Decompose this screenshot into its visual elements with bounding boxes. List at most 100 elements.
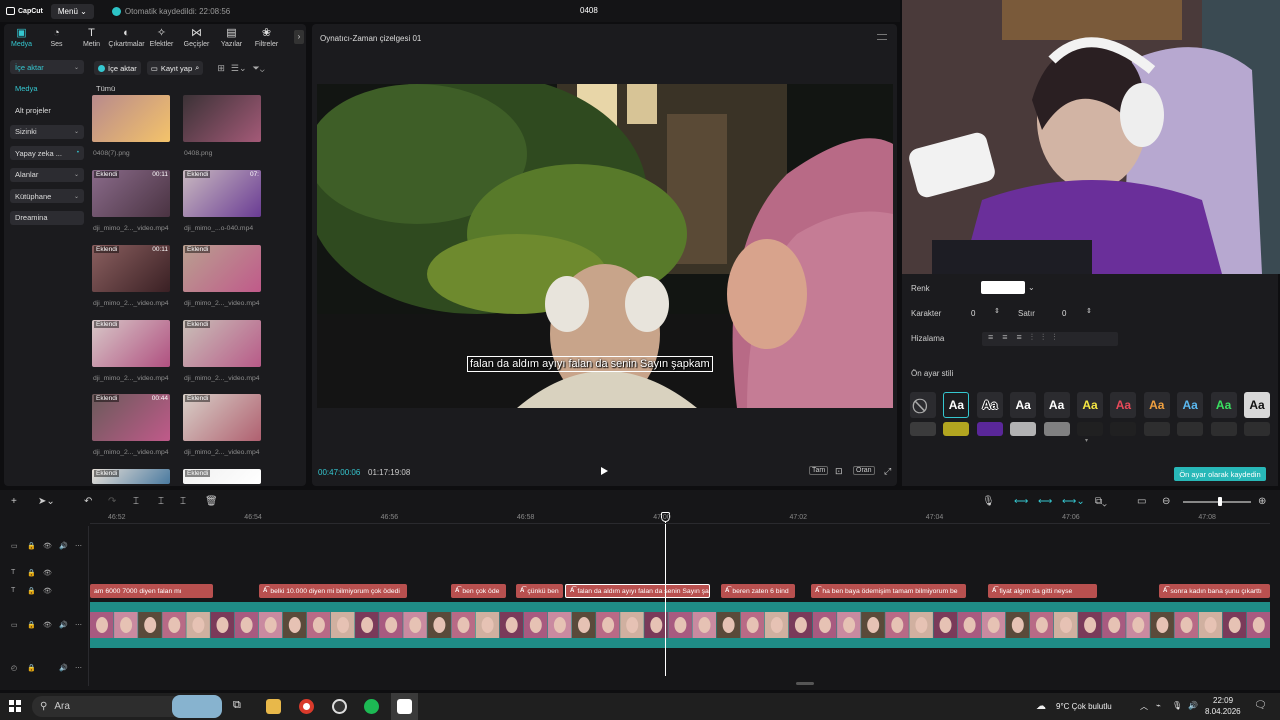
line-spacing-input[interactable]: 0: [1062, 309, 1066, 318]
split-right-icon[interactable]: ⌶: [180, 496, 186, 507]
media-thumbnail[interactable]: Eklendi 00:11: [92, 170, 170, 217]
preset-style[interactable]: [1210, 422, 1237, 436]
stepper-icon[interactable]: ⇕: [994, 307, 1000, 315]
spotify-icon[interactable]: [364, 699, 379, 714]
text-clip[interactable]: A͡ fiyat algım da gitti neyse: [988, 584, 1097, 598]
preset-style[interactable]: [1010, 422, 1037, 436]
delete-icon[interactable]: 🗑: [205, 496, 218, 507]
split-icon[interactable]: ⌶: [133, 496, 139, 507]
no-style-icon[interactable]: ⃠: [910, 392, 936, 418]
text-clip[interactable]: A͡ belki 10.000 diyen mi bilmiyorum çok ö…: [259, 584, 407, 598]
preset-style[interactable]: [910, 422, 936, 436]
save-preset-button[interactable]: Ön ayar olarak kaydedin: [1174, 467, 1266, 481]
microphone-icon[interactable]: 🎙: [1172, 701, 1182, 710]
preset-style[interactable]: Aa: [1177, 392, 1204, 418]
add-icon[interactable]: +: [11, 496, 17, 507]
text-clip[interactable]: A͡ beren zaten 6 bind: [721, 584, 795, 598]
volume-icon[interactable]: 🔊: [59, 542, 68, 550]
preset-style[interactable]: Aa: [1043, 392, 1070, 418]
video-clip[interactable]: [90, 602, 1271, 648]
menu-button[interactable]: Menü ⌄: [50, 3, 94, 19]
focus-icon[interactable]: ⊡: [833, 466, 845, 477]
windows-start-icon[interactable]: [9, 700, 21, 712]
preset-style[interactable]: [1110, 422, 1137, 436]
sidebar-item[interactable]: İçe aktar ⌄: [10, 60, 84, 74]
more-icon[interactable]: ⋯: [75, 621, 82, 629]
color-swatch[interactable]: [981, 281, 1025, 294]
ratio-button[interactable]: Oran: [853, 466, 875, 475]
magnet-icon[interactable]: ⟷: [1038, 496, 1052, 507]
more-icon[interactable]: ⋯: [75, 664, 82, 672]
preview-axis-icon[interactable]: ⧉⌄: [1095, 496, 1107, 507]
notifications-icon[interactable]: 🗨: [1254, 700, 1267, 711]
volume-icon[interactable]: 🔊: [1188, 701, 1198, 710]
grid-view-icon[interactable]: ⊞: [217, 63, 225, 74]
tab-stickers[interactable]: ◐ Çıkartmalar: [108, 24, 144, 54]
zoom-in-icon[interactable]: ⊕: [1258, 496, 1266, 507]
media-thumbnail[interactable]: Eklendi: [92, 469, 170, 484]
preset-style[interactable]: [1177, 422, 1204, 436]
expand-presets-icon[interactable]: ▾: [1085, 437, 1088, 444]
zoom-slider[interactable]: [1183, 501, 1251, 503]
network-icon[interactable]: ⌁: [1156, 701, 1161, 710]
hamburger-icon[interactable]: [877, 34, 887, 40]
text-clip[interactable]: A͡ falan da aldım ayıyı falan da senin Sa…: [565, 584, 710, 598]
link-icon[interactable]: ⟷: [1014, 496, 1028, 507]
preset-style[interactable]: [1077, 422, 1103, 436]
media-thumbnail[interactable]: Eklendi: [183, 245, 261, 292]
lock-icon[interactable]: 🔒: [27, 664, 36, 672]
preset-style[interactable]: [1043, 422, 1070, 436]
volume-icon[interactable]: 🔊: [59, 664, 68, 672]
sidebar-item[interactable]: Medya: [10, 82, 84, 96]
file-explorer-icon[interactable]: [266, 699, 281, 714]
preset-style[interactable]: Aa: [1077, 392, 1103, 418]
more-icon[interactable]: ⋯: [75, 542, 82, 550]
microphone-icon[interactable]: 🎙: [982, 496, 995, 507]
tab-text[interactable]: T Metin: [74, 24, 109, 54]
sort-icon[interactable]: ☰⌄: [231, 63, 247, 74]
media-thumbnail[interactable]: Eklendi: [183, 320, 261, 367]
track-type-icon[interactable]: T: [11, 569, 15, 576]
preset-style[interactable]: Aa: [943, 392, 970, 418]
sidebar-item[interactable]: Dreamina: [10, 210, 84, 225]
media-thumbnail[interactable]: Eklendi 00:44: [92, 394, 170, 441]
sidebar-item[interactable]: Sizinki ⌄: [10, 124, 84, 139]
media-thumbnail[interactable]: [92, 95, 170, 142]
track-type-icon[interactable]: ▭: [11, 542, 18, 550]
preset-style[interactable]: Aa: [1110, 392, 1137, 418]
eye-icon[interactable]: 👁: [43, 621, 52, 629]
preset-style[interactable]: Aa: [1010, 392, 1037, 418]
track-type-icon[interactable]: T: [11, 587, 15, 594]
chevron-down-icon[interactable]: ⌄: [1028, 283, 1035, 292]
text-clip[interactable]: A͡ sonra kadın bana şunu çıkarttı: [1159, 584, 1270, 598]
tab-filters[interactable]: ❀ Filtreler: [249, 24, 284, 54]
tab-media[interactable]: ▣ Medya: [4, 24, 39, 54]
stepper-icon[interactable]: ⇕: [1086, 307, 1092, 315]
import-button[interactable]: İçe aktar: [94, 61, 141, 75]
split-left-icon[interactable]: ⌶: [158, 496, 164, 507]
snap-icon[interactable]: ⟷⌄: [1062, 496, 1085, 507]
preset-style[interactable]: Aa: [976, 392, 1003, 418]
preset-style[interactable]: Aa: [1244, 392, 1270, 418]
chrome-icon[interactable]: [299, 699, 314, 714]
text-clip[interactable]: am 6000 7000 diyen falan mı: [90, 584, 213, 598]
undo-icon[interactable]: ↶: [84, 496, 92, 507]
eye-icon[interactable]: 👁: [43, 542, 52, 550]
subtitle-text-box[interactable]: falan da aldım ayıyı falan da senin Sayı…: [467, 356, 713, 372]
eye-icon[interactable]: 👁: [43, 569, 52, 577]
sidebar-item[interactable]: Alt projeler: [10, 103, 84, 117]
fullscreen-icon[interactable]: ⤢: [882, 466, 893, 477]
eye-icon[interactable]: 👁: [43, 587, 52, 595]
select-tool-icon[interactable]: ➤⌄: [38, 496, 55, 507]
zoom-out-icon[interactable]: ⊖: [1162, 496, 1170, 507]
media-thumbnail[interactable]: Eklendi 00:11: [92, 245, 170, 292]
obs-icon[interactable]: [332, 699, 347, 714]
tab-transitions[interactable]: ⋈ Geçişler: [179, 24, 214, 54]
lock-icon[interactable]: 🔒: [27, 542, 36, 550]
clock-time[interactable]: 22:09: [1213, 696, 1233, 705]
volume-icon[interactable]: 🔊: [59, 621, 68, 629]
preset-style[interactable]: [976, 422, 1003, 436]
lock-icon[interactable]: 🔒: [27, 587, 36, 595]
character-spacing-input[interactable]: 0: [971, 309, 975, 318]
zoom-slider-handle[interactable]: [1218, 497, 1222, 506]
